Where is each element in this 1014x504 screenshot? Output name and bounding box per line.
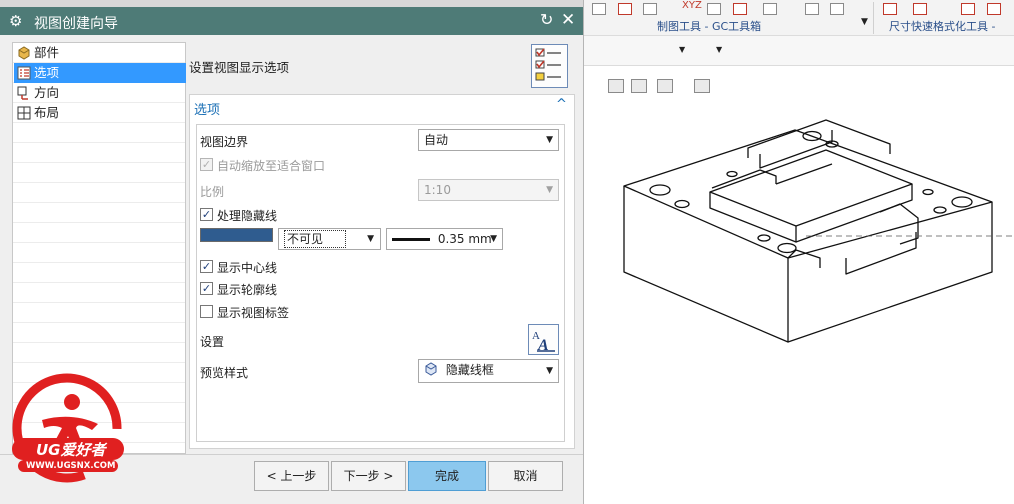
chevron-down-icon[interactable]: ▼: [861, 17, 868, 27]
toolbar-icon[interactable]: [987, 3, 1001, 15]
settings-button[interactable]: A A: [528, 324, 559, 355]
zoom-view-icon[interactable]: [608, 79, 624, 93]
orientation-icon: [17, 86, 28, 100]
options-list-icon: [17, 66, 31, 80]
auto-scale-label: 自动缩放至适合窗口: [217, 159, 326, 173]
view-boundary-select[interactable]: 自动 ▼: [418, 129, 559, 151]
hidden-line-width-value: 0.35 mm: [437, 232, 492, 246]
section-title-options[interactable]: 选项: [194, 99, 220, 118]
settings-label: 设置: [200, 335, 225, 349]
part-drawing-view[interactable]: [600, 118, 1014, 348]
view-icon[interactable]: [631, 79, 647, 93]
toolbar-icon[interactable]: [763, 3, 777, 15]
watermark-url: WWW.UGSNX.COM: [26, 461, 116, 471]
toolbar-icon[interactable]: [733, 3, 747, 15]
toolbar-icon[interactable]: [830, 3, 844, 15]
secondary-toolbar: ▼ ▼: [583, 36, 1014, 93]
finish-button[interactable]: 完成: [408, 461, 486, 491]
preview-style-select[interactable]: 隐藏线框 ▼: [418, 359, 559, 383]
cancel-button[interactable]: 取消: [488, 461, 563, 491]
preview-style-label: 预览样式: [200, 366, 249, 380]
step-label: 选项: [34, 65, 60, 80]
toolbar-icon[interactable]: [883, 3, 897, 15]
ug-watermark-logo: UG爱好者 WWW.UGSNX.COM: [2, 372, 132, 498]
app-menubar-strip: [0, 0, 583, 7]
chevron-down-icon: ▼: [490, 234, 497, 244]
step-label: 布局: [34, 105, 60, 120]
ribbon-group-label: 制图工具 - GC工具箱: [657, 20, 762, 33]
center-lines-checkbox[interactable]: ✓: [200, 260, 213, 273]
chevron-down-icon: ▼: [546, 185, 553, 195]
scale-select[interactable]: 1:10 ▼: [418, 179, 559, 201]
hidden-lines-label: 处理隐藏线: [217, 209, 278, 223]
step-layout[interactable]: 布局: [14, 103, 186, 123]
gear-icon: ⚙: [9, 12, 23, 30]
hidden-line-width-select[interactable]: 0.35 mm ▼: [386, 228, 503, 250]
preview-style-value: 隐藏线框: [445, 363, 494, 377]
reset-icon[interactable]: ↻: [540, 10, 553, 29]
view-label-checkbox[interactable]: [200, 305, 213, 318]
chevron-down-icon: ▼: [367, 234, 374, 244]
toolbar-icon[interactable]: [913, 3, 927, 15]
chevron-down-icon: ▼: [546, 366, 553, 376]
close-icon[interactable]: ✕: [561, 10, 575, 30]
next-button[interactable]: 下一步 >: [331, 461, 406, 491]
line-width-sample: [392, 238, 430, 241]
hidden-line-style-select[interactable]: 不可见 ▼: [278, 228, 381, 250]
step-label: 方向: [34, 85, 60, 100]
step-part[interactable]: 部件: [14, 43, 186, 63]
toolbar-icon[interactable]: [592, 3, 606, 15]
ribbon-toolbar: XYZ 制图工具 - GC工具箱 ▼ 尺寸快速格式化工具 - GC: [583, 0, 1014, 47]
display-icon[interactable]: [694, 79, 710, 93]
toolbar-icon[interactable]: [707, 3, 721, 15]
scale-label: 比例: [200, 185, 225, 199]
watermark-brand: UG爱好者: [36, 441, 106, 459]
dialog-title: 视图创建向导: [34, 16, 118, 32]
xyz-icon[interactable]: XYZ: [682, 0, 702, 11]
hidden-line-style-value: 不可见: [284, 230, 347, 248]
separator: [873, 2, 874, 34]
dialog-titlebar[interactable]: ⚙ 视图创建向导 ↻ ✕: [0, 7, 583, 35]
layout-icon[interactable]: [657, 79, 673, 93]
hidden-line-color-swatch[interactable]: [200, 228, 273, 242]
silhouettes-label: 显示轮廓线: [217, 283, 278, 297]
options-checklist-icon: [531, 44, 568, 88]
part-cube-icon: [18, 46, 30, 60]
view-label-label: 显示视图标签: [217, 306, 290, 320]
hidden-lines-checkbox[interactable]: ✓: [200, 208, 213, 221]
toolbar-icon[interactable]: [961, 3, 975, 15]
step-label: 部件: [34, 45, 60, 60]
scale-value: 1:10: [424, 183, 451, 197]
step-header-title: 设置视图显示选项: [189, 60, 290, 75]
chevron-down-icon[interactable]: ▼: [716, 45, 722, 54]
view-boundary-value: 自动: [424, 133, 449, 147]
center-lines-label: 显示中心线: [217, 261, 278, 275]
chevron-down-icon[interactable]: ▼: [679, 45, 685, 54]
collapse-icon[interactable]: ^: [556, 97, 567, 112]
text-style-icon: A A: [532, 330, 555, 354]
silhouettes-checkbox[interactable]: ✓: [200, 282, 213, 295]
layout-grid-icon: [17, 106, 31, 120]
back-button[interactable]: < 上一步: [254, 461, 329, 491]
step-orientation[interactable]: 方向: [14, 83, 186, 103]
note-icon[interactable]: [618, 3, 632, 15]
auto-scale-checkbox[interactable]: ✓: [200, 158, 213, 171]
view-boundary-label: 视图边界: [200, 135, 249, 149]
toolbar-icon[interactable]: [643, 3, 657, 15]
chevron-down-icon: ▼: [546, 135, 553, 145]
toolbar-icon[interactable]: [805, 3, 819, 15]
step-options[interactable]: 选项: [14, 63, 186, 83]
wireframe-cube-icon: [425, 362, 437, 376]
